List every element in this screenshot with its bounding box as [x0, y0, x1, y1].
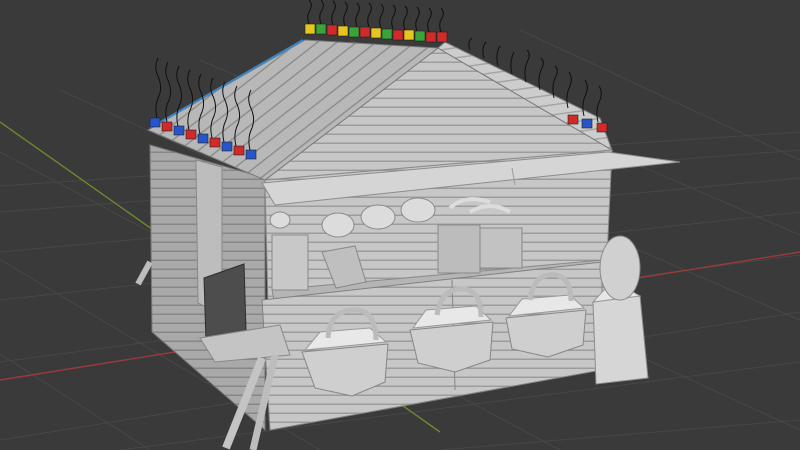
inner-panel — [271, 234, 309, 291]
3d-viewport[interactable] — [0, 0, 800, 450]
inner-sink-unit — [479, 227, 523, 269]
inner-cabinet — [437, 224, 481, 274]
